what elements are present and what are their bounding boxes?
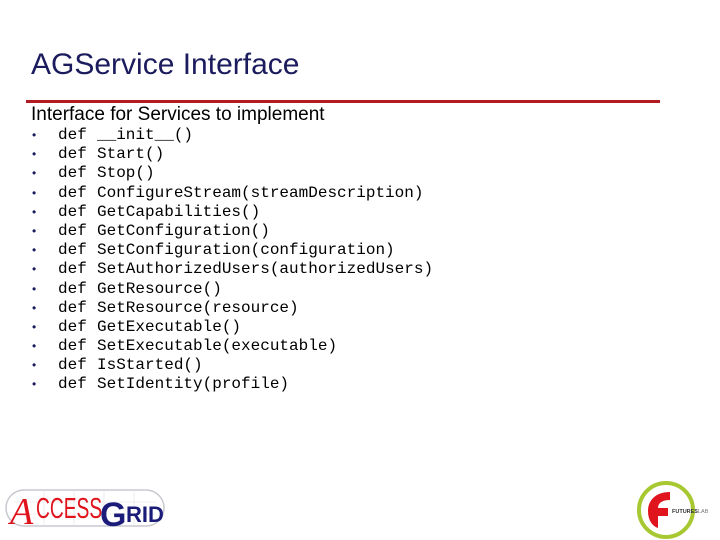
method-item: • def GetResource() — [30, 280, 433, 299]
method-keyword: def — [58, 126, 87, 144]
method-keyword: def — [58, 221, 87, 240]
method-item: • def GetConfiguration() — [30, 222, 433, 241]
method-item: • def SetExecutable(executable) — [30, 337, 433, 356]
svg-text:RID: RID — [126, 502, 164, 527]
bullet-icon: • — [32, 281, 37, 296]
method-keyword: def — [58, 183, 87, 202]
method-keyword: def — [58, 375, 87, 394]
method-keyword: def — [58, 279, 87, 298]
access-grid-logo-text: A — [7, 491, 34, 533]
slide-title: AGService Interface — [31, 48, 300, 81]
method-item: • def Stop() — [30, 164, 433, 183]
method-keyword: def — [58, 241, 87, 260]
method-signature: SetAuthorizedUsers(authorizedUsers) — [97, 260, 434, 279]
method-signature: SetResource(resource) — [97, 298, 299, 317]
bullet-icon: • — [32, 319, 37, 334]
bullet-icon: • — [32, 262, 37, 277]
bullet-icon: • — [32, 377, 37, 392]
bullet-icon: • — [32, 128, 37, 142]
method-item: • def SetResource(resource) — [30, 299, 433, 318]
method-keyword: def — [58, 337, 87, 356]
method-keyword: def — [58, 298, 87, 317]
method-keyword: def — [58, 260, 87, 279]
bullet-icon: • — [32, 147, 37, 162]
bullet-icon: • — [32, 339, 37, 354]
method-keyword: def — [58, 317, 87, 336]
method-signature: GetResource() — [97, 279, 222, 298]
bullet-icon: • — [32, 300, 37, 315]
method-signature: GetConfiguration() — [97, 221, 270, 240]
method-signature: SetIdentity(profile) — [97, 375, 290, 394]
method-item: • def Start() — [30, 145, 433, 164]
svg-text:CCESS: CCESS — [36, 493, 102, 525]
method-signature: ConfigureStream(streamDescription) — [97, 183, 424, 202]
method-keyword: def — [58, 356, 87, 375]
method-item: • def ConfigureStream(streamDescription) — [30, 184, 433, 203]
method-keyword: def — [58, 202, 87, 221]
method-item: • def SetIdentity(profile) — [30, 375, 433, 394]
method-keyword: def — [58, 164, 87, 183]
method-item: • def SetConfiguration(configuration) — [30, 241, 433, 260]
method-signature: SetConfiguration(configuration) — [97, 241, 395, 260]
access-grid-logo: A CCESS G RID — [5, 489, 165, 534]
method-item: • def SetAuthorizedUsers(authorizedUsers) — [30, 260, 433, 279]
method-item: • def IsStarted() — [30, 356, 433, 375]
bullet-icon: • — [32, 358, 37, 373]
method-keyword: def — [58, 145, 87, 164]
method-signature: Stop() — [97, 164, 155, 183]
svg-text:G: G — [100, 496, 126, 534]
title-divider — [26, 100, 660, 103]
method-signature: SetExecutable(executable) — [97, 337, 338, 356]
method-list: • def __init__() • def Start() • def Stop() • def C… — [30, 126, 433, 395]
futures-lab-logo: FUTURESLAB — [637, 481, 709, 539]
bullet-icon: • — [32, 166, 37, 181]
bullet-icon: • — [32, 185, 37, 200]
method-signature: IsStarted() — [97, 356, 203, 375]
bullet-icon: • — [32, 223, 37, 238]
method-signature: GetExecutable() — [97, 317, 242, 336]
bullet-icon: • — [32, 243, 37, 258]
slide-subtitle: Interface for Services to implement — [31, 104, 325, 125]
bullet-icon: • — [32, 204, 37, 219]
method-signature: GetCapabilities() — [97, 202, 261, 221]
method-signature: __init__() — [97, 126, 194, 144]
method-item: • def __init__() — [30, 126, 433, 145]
svg-text:FUTURESLAB: FUTURESLAB — [672, 509, 709, 515]
method-item: • def GetCapabilities() — [30, 203, 433, 222]
method-signature: Start() — [97, 145, 165, 164]
method-item: • def GetExecutable() — [30, 318, 433, 337]
